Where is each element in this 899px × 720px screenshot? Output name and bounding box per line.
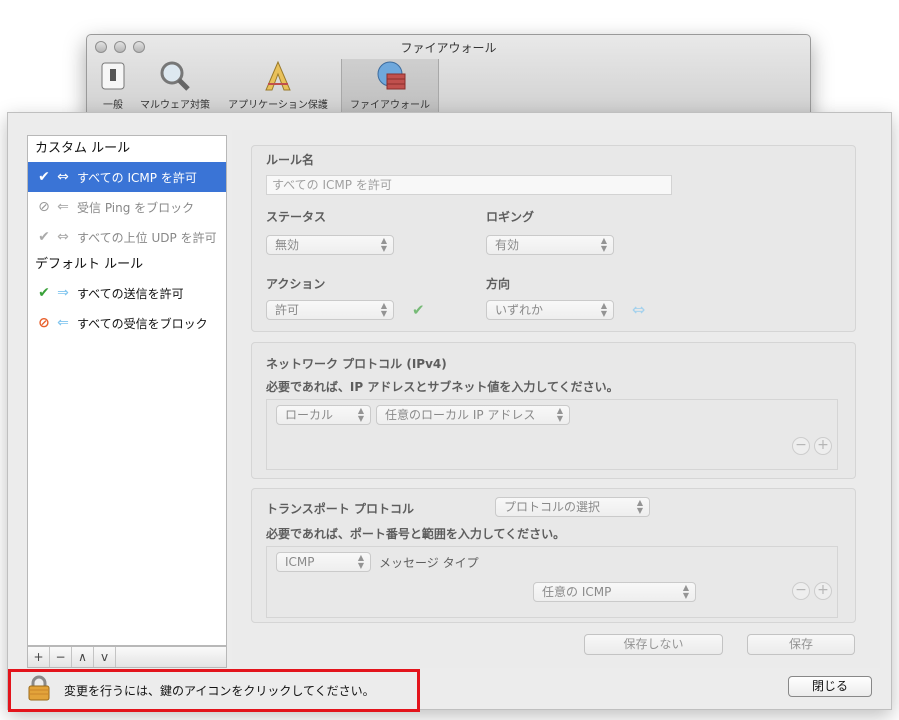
status-select[interactable]: 無効 ▲ ▼: [266, 235, 394, 255]
updown-arrow-icon: ▲ ▼: [380, 301, 387, 318]
toolbar-app-protection[interactable]: アプリケーション保護: [217, 59, 339, 117]
address-value: 任意のローカル IP アドレス: [385, 408, 536, 422]
action-label: アクション: [266, 277, 326, 291]
window-title: ファイアウォール: [400, 41, 497, 55]
list-item-label: すべての ICMP を許可: [77, 170, 197, 185]
block-icon: ⊘: [38, 199, 50, 215]
incoming-arrow-icon: ⇐: [57, 199, 69, 215]
toolbar-malware-label: マルウェア対策: [140, 100, 210, 111]
add-port-button[interactable]: +: [814, 582, 832, 600]
protocol-select[interactable]: プロトコルの選択 ▲ ▼: [495, 497, 650, 517]
updown-arrow-icon: ▲ ▼: [357, 406, 364, 423]
logging-select[interactable]: 有効 ▲ ▼: [486, 235, 614, 255]
bidirectional-arrow-icon: ⇔: [632, 300, 646, 319]
logging-label: ロギング: [486, 210, 535, 224]
network-protocol-title: ネットワーク プロトコル (IPv4): [266, 357, 447, 371]
scope-select[interactable]: ローカル ▲ ▼: [276, 405, 371, 425]
checkmark-icon: ✔: [38, 229, 50, 245]
list-item-allow-outgoing[interactable]: ✔ ⇒ すべての送信を許可: [28, 278, 226, 308]
list-item-label: すべての上位 UDP を許可: [77, 230, 217, 245]
transport-proto-select[interactable]: ICMP ▲ ▼: [276, 552, 371, 572]
direction-select[interactable]: いずれか ▲ ▼: [486, 300, 614, 320]
transport-protocol-hint: 必要であれば、ポート番号と範囲を入力してください。: [266, 527, 566, 541]
toolbar-firewall[interactable]: ファイアウォール: [341, 59, 439, 117]
bidirectional-arrow-icon: ⇔: [57, 229, 69, 245]
transport-protocol-title: トランスポート プロトコル: [266, 502, 414, 516]
block-icon: ⊘: [38, 315, 50, 331]
updown-arrow-icon: ▲ ▼: [357, 553, 364, 570]
rule-name-label: ルール名: [266, 153, 315, 167]
updown-arrow-icon: ▲ ▼: [682, 583, 689, 600]
checkmark-icon: ✔: [38, 285, 50, 301]
rule-name-field[interactable]: すべての ICMP を許可: [266, 175, 672, 195]
updown-arrow-icon: ▲ ▼: [556, 406, 563, 423]
list-item-label: すべての送信を許可: [77, 286, 184, 301]
app-protection-icon: [261, 59, 295, 93]
custom-rules-header: カスタム ルール: [35, 141, 131, 156]
add-address-button[interactable]: +: [814, 437, 832, 455]
close-button[interactable]: 閉じる: [788, 676, 872, 697]
protocol-select-value: プロトコルの選択: [504, 500, 601, 514]
message-type-label: メッセージ タイプ: [379, 556, 479, 570]
save-button[interactable]: 保存: [747, 634, 855, 655]
list-item-label: すべての受信をブロック: [77, 316, 208, 331]
remove-address-button[interactable]: −: [792, 437, 810, 455]
updown-arrow-icon: ▲ ▼: [600, 236, 607, 253]
direction-label: 方向: [486, 277, 511, 291]
background-window: ファイアウォール 一般 マルウェア対策 アプリケーション保護 ファイアウォール: [86, 34, 811, 120]
status-label: ステータス: [266, 210, 327, 224]
transport-proto-value: ICMP: [285, 555, 315, 569]
bidirectional-arrow-icon: ⇔: [57, 169, 69, 185]
logging-value: 有効: [495, 238, 520, 252]
remove-rule-button[interactable]: −: [50, 647, 72, 667]
move-up-button[interactable]: ∧: [72, 647, 94, 667]
action-select[interactable]: 許可 ▲ ▼: [266, 300, 394, 320]
icmp-type-select[interactable]: 任意の ICMP ▲ ▼: [533, 582, 696, 602]
toolbar-firewall-label: ファイアウォール: [350, 100, 430, 111]
dont-save-button[interactable]: 保存しない: [584, 634, 723, 655]
list-item-block-incoming[interactable]: ⊘ ⇐ すべての受信をブロック: [28, 308, 226, 338]
scope-value: ローカル: [285, 408, 334, 422]
switch-icon: [96, 59, 130, 93]
updown-arrow-icon: ▲ ▼: [380, 236, 387, 253]
icmp-type-value: 任意の ICMP: [542, 585, 612, 599]
checkmark-icon: ✔: [38, 169, 50, 185]
list-item-label: 受信 Ping をブロック: [77, 200, 195, 215]
address-select[interactable]: 任意のローカル IP アドレス ▲ ▼: [376, 405, 570, 425]
remove-port-button[interactable]: −: [792, 582, 810, 600]
allow-checkmark-icon: ✔: [412, 301, 425, 319]
list-item-allow-udp[interactable]: ✔ ⇔ すべての上位 UDP を許可: [28, 222, 226, 252]
rules-list: カスタム ルール ✔ ⇔ すべての ICMP を許可 ⊘ ⇐ 受信 Ping を…: [27, 135, 227, 646]
toolbar-general[interactable]: 一般: [93, 59, 133, 117]
default-rules-header: デフォルト ルール: [35, 257, 144, 272]
incoming-arrow-icon: ⇐: [57, 315, 69, 331]
highlight-box: [8, 669, 420, 712]
toolbar-app-protection-label: アプリケーション保護: [228, 100, 328, 111]
list-footer: + − ∧ v: [27, 646, 227, 668]
updown-arrow-icon: ▲ ▼: [636, 498, 643, 515]
toolbar-malware[interactable]: マルウェア対策: [135, 59, 215, 117]
status-value: 無効: [275, 238, 300, 252]
network-protocol-hint: 必要であれば、IP アドレスとサブネット値を入力してください。: [266, 380, 619, 394]
outgoing-arrow-icon: ⇒: [57, 285, 69, 301]
list-item-block-ping[interactable]: ⊘ ⇐ 受信 Ping をブロック: [28, 192, 226, 222]
firewall-globe-icon: [373, 59, 407, 93]
toolbar-general-label: 一般: [103, 100, 123, 111]
add-rule-button[interactable]: +: [28, 647, 50, 667]
action-value: 許可: [275, 303, 300, 317]
list-item-allow-icmp[interactable]: ✔ ⇔ すべての ICMP を許可: [28, 162, 226, 192]
move-down-button[interactable]: v: [94, 647, 116, 667]
magnifier-icon: [158, 59, 192, 93]
updown-arrow-icon: ▲ ▼: [600, 301, 607, 318]
direction-value: いずれか: [495, 303, 544, 317]
